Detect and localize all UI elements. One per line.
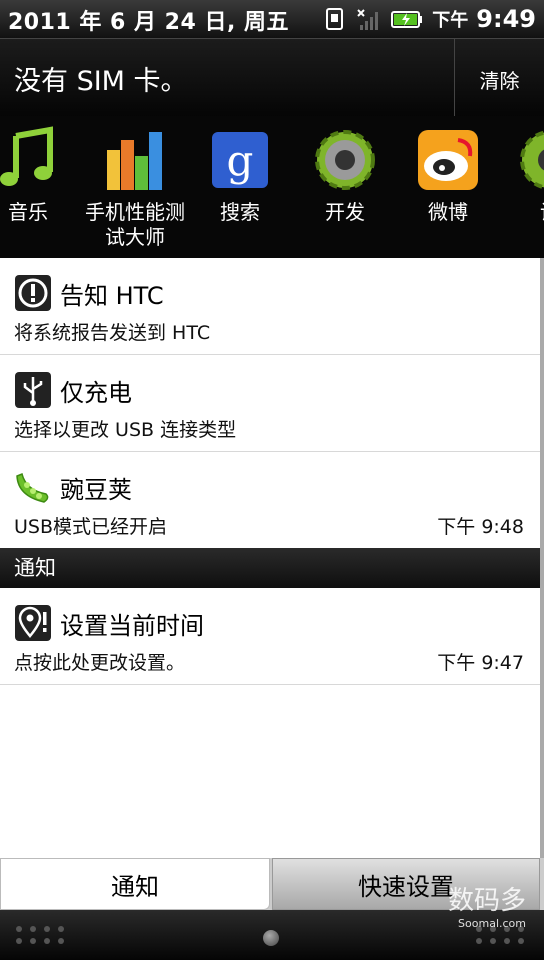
notification-time: 下午 9:48 — [437, 516, 524, 538]
notification-subtitle: 将系统报告发送到 HTC — [14, 322, 211, 344]
music-note-icon — [0, 126, 53, 186]
app-settings[interactable]: 设 — [500, 126, 544, 225]
notification-item-tell-htc[interactable]: 告知 HTC 将系统报告发送到 HTC — [0, 258, 540, 355]
notification-time: 下午 9:47 — [437, 652, 524, 674]
notification-title: 豌豆荚 — [60, 476, 132, 504]
app-label: 搜索 — [220, 200, 260, 224]
notification-title: 设置当前时间 — [60, 612, 204, 640]
app-developer[interactable]: 开发 — [295, 126, 395, 225]
google-search-icon: g — [212, 132, 268, 188]
no-signal-icon — [357, 9, 379, 30]
usb-icon — [15, 372, 51, 408]
notification-title: 告知 HTC — [60, 282, 164, 310]
app-label: 音乐 — [8, 200, 48, 224]
tab-notifications[interactable]: 通知 — [0, 858, 270, 910]
app-label: 微博 — [428, 200, 468, 224]
status-date: 2011 年 6 月 24 日, 周五 — [8, 10, 289, 35]
notification-item-wandoujia[interactable]: 豌豆荚 USB模式已经开启 下午 9:48 — [0, 452, 540, 548]
status-ampm: 下午 — [432, 10, 469, 31]
app-weibo[interactable]: 微博 — [398, 126, 498, 225]
notification-subtitle: 选择以更改 USB 连接类型 — [14, 419, 237, 441]
drag-handle-knob[interactable] — [263, 930, 279, 946]
clear-button[interactable]: 清除 — [454, 39, 544, 117]
svg-text:g: g — [227, 136, 254, 185]
notification-subtitle: USB模式已经开启 — [14, 516, 168, 538]
watermark: 数码多 Soomal.com — [448, 880, 526, 930]
weibo-icon — [418, 130, 478, 190]
notification-list: 告知 HTC 将系统报告发送到 HTC 仅充电 选择以更改 USB 连接类型 豌… — [0, 258, 544, 858]
alert-icon — [15, 275, 51, 311]
battery-charging-icon — [391, 11, 423, 28]
sim-notice-bar: 没有 SIM 卡。 清除 — [0, 38, 544, 118]
wandoujia-pea-icon — [16, 472, 49, 503]
settings-partial-icon — [520, 130, 544, 190]
app-search[interactable]: g 搜索 — [190, 126, 290, 225]
app-benchmark[interactable]: 手机性能测试大师 — [85, 126, 185, 250]
notification-subtitle: 点按此处更改设置。 — [14, 652, 186, 674]
app-label: 开发 — [325, 200, 365, 224]
status-bar: 2011 年 6 月 24 日, 周五 下午 9:49 — [0, 0, 544, 38]
recent-apps-strip[interactable]: 音乐 手机性能测试大师 g 搜索 开发 微博 — [0, 116, 544, 258]
notification-item-set-time[interactable]: 设置当前时间 点按此处更改设置。 下午 9:47 — [0, 588, 540, 685]
app-label: 手机性能测试大师 — [85, 200, 185, 249]
location-alert-icon — [15, 605, 51, 641]
benchmark-bars-icon — [107, 132, 162, 190]
app-music[interactable]: 音乐 — [0, 126, 78, 225]
sim-icon — [326, 8, 344, 30]
notification-item-charge-only[interactable]: 仅充电 选择以更改 USB 连接类型 — [0, 355, 540, 452]
developer-gear-icon — [315, 130, 375, 190]
section-header-notifications: 通知 — [0, 548, 540, 588]
watermark-main: 数码多 — [447, 886, 526, 916]
status-time: 9:49 — [476, 5, 536, 33]
notification-title: 仅充电 — [60, 379, 132, 407]
sim-notice-text: 没有 SIM 卡。 — [14, 66, 188, 97]
app-label: 设 — [500, 200, 544, 225]
scrollbar[interactable] — [540, 258, 544, 858]
watermark-sub: Soomal.com — [458, 917, 526, 930]
grip-dots-left — [16, 926, 66, 944]
